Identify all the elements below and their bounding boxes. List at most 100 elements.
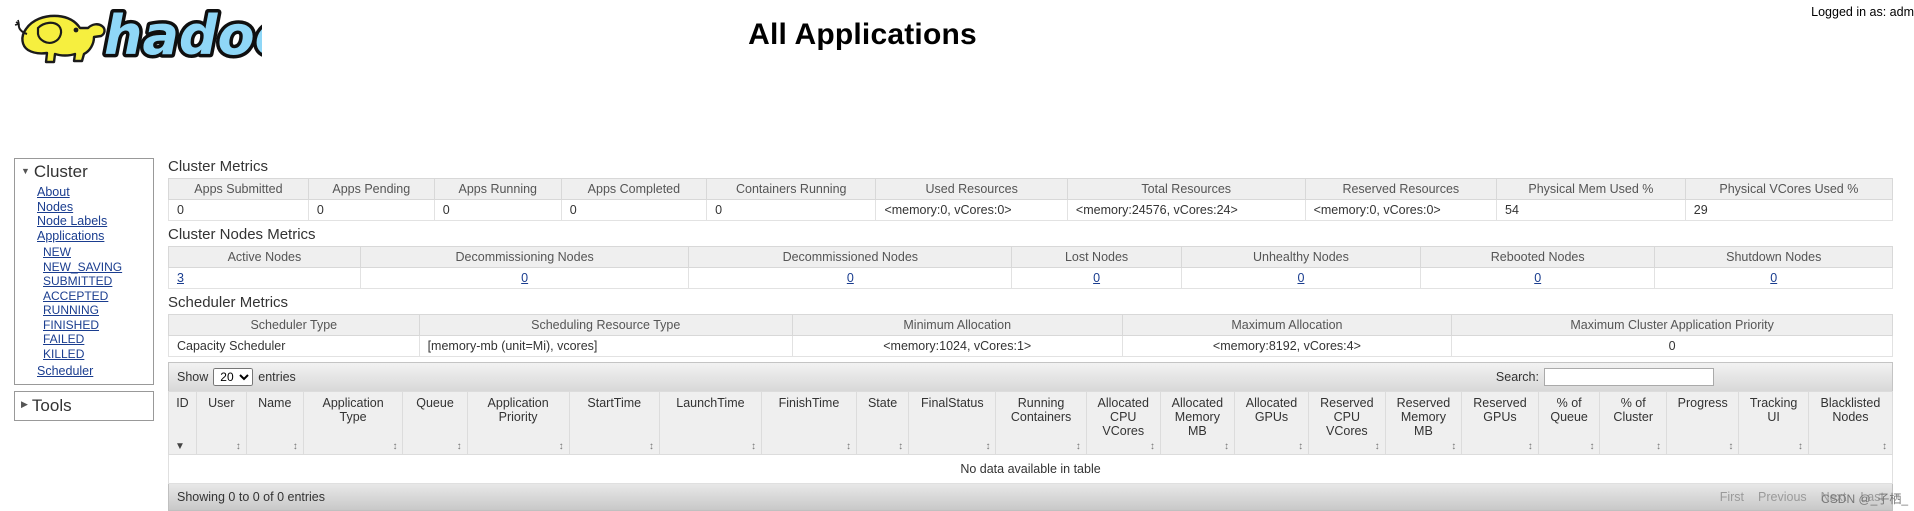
table-header-row: ID ▼ User ↕ Name ↕ Application Type ↕ Queue ↕… bbox=[168, 391, 1894, 455]
applications-table: ID ▼ User ↕ Name ↕ Application Type ↕ Queue ↕… bbox=[168, 391, 1894, 484]
sidebar-tools-section[interactable]: ▶ Tools bbox=[14, 390, 154, 421]
watermark: CSDN @_子栖_ bbox=[1821, 492, 1908, 506]
pager-previous[interactable]: Previous bbox=[1758, 490, 1807, 504]
cell-reserved-resources: <memory:0, vCores:0> bbox=[1304, 199, 1498, 221]
sidebar-item-scheduler[interactable]: Scheduler bbox=[37, 364, 93, 378]
column-header-blacklisted-nodes[interactable]: Blacklisted Nodes ↕ bbox=[1807, 391, 1894, 455]
sort-desc-icon: ▼ bbox=[175, 441, 185, 452]
sidebar-item-node-labels[interactable]: Node Labels bbox=[37, 214, 107, 228]
table-row-empty: No data available in table bbox=[168, 454, 1893, 484]
column-header-scheduler-type: Scheduler Type bbox=[168, 314, 420, 336]
column-header-shutdown-nodes: Shutdown Nodes bbox=[1654, 246, 1893, 268]
sidebar-item-failed[interactable]: FAILED bbox=[43, 332, 84, 346]
column-header-finishtime[interactable]: FinishTime ↕ bbox=[760, 391, 857, 455]
column-header-application-type[interactable]: Application Type ↕ bbox=[302, 391, 404, 455]
sidebar-item-finished[interactable]: FINISHED bbox=[43, 318, 99, 332]
column-header-tracking-ui[interactable]: Tracking UI ↕ bbox=[1738, 391, 1809, 455]
column-header-reserved-gpus[interactable]: Reserved GPUs ↕ bbox=[1461, 391, 1539, 455]
sort-both-icon: ↕ bbox=[1451, 441, 1457, 452]
sidebar-item-submitted[interactable]: SUBMITTED bbox=[43, 274, 112, 288]
column-label: Queue bbox=[416, 396, 454, 410]
sidebar-item-killed[interactable]: KILLED bbox=[43, 347, 84, 361]
sort-both-icon: ↕ bbox=[1149, 441, 1155, 452]
column-label: Progress bbox=[1677, 396, 1728, 410]
list-item: RUNNING bbox=[43, 303, 147, 318]
sidebar-tools-label: Tools bbox=[31, 395, 72, 415]
cell-physical-vcores-used: 29 bbox=[1684, 199, 1894, 221]
sidebar-item-about[interactable]: About bbox=[37, 185, 70, 199]
column-header-queue[interactable]: Queue ↕ bbox=[402, 391, 468, 455]
link-rebooted-nodes[interactable]: 0 bbox=[1534, 271, 1541, 285]
column-label: Reserved GPUs bbox=[1473, 396, 1527, 424]
link-active-nodes[interactable]: 3 bbox=[177, 271, 184, 285]
column-header-rebooted-nodes: Rebooted Nodes bbox=[1419, 246, 1656, 268]
cell-apps-submitted: 0 bbox=[168, 199, 309, 221]
column-header-reserved-resources: Reserved Resources bbox=[1304, 178, 1498, 200]
column-header-allocated-cpu-vcores[interactable]: Allocated CPU VCores ↕ bbox=[1085, 391, 1161, 455]
cell-scheduler-type: Capacity Scheduler bbox=[168, 335, 420, 357]
scheduler-metrics-title: Scheduler Metrics bbox=[168, 294, 289, 311]
column-label: Name bbox=[258, 396, 292, 410]
sort-both-icon: ↕ bbox=[292, 441, 298, 452]
sidebar-item-accepted[interactable]: ACCEPTED bbox=[43, 289, 108, 303]
page-size-select[interactable]: 20 bbox=[213, 368, 254, 386]
column-label: ID bbox=[176, 396, 189, 410]
column-header-id[interactable]: ID ▼ bbox=[168, 391, 197, 455]
column-header-pct-of-queue[interactable]: % of Queue ↕ bbox=[1537, 391, 1601, 455]
column-header-reserved-memory-mb[interactable]: Reserved Memory MB ↕ bbox=[1384, 391, 1463, 455]
search-input[interactable] bbox=[1544, 368, 1714, 386]
column-header-application-priority[interactable]: Application Priority ↕ bbox=[466, 391, 570, 455]
cell-scheduling-resource-type: [memory-mb (unit=Mi), vcores] bbox=[418, 335, 793, 357]
sidebar: ▼ Cluster About Nodes Node Labels Applica… bbox=[14, 158, 154, 421]
column-header-pct-of-cluster[interactable]: % of Cluster ↕ bbox=[1599, 391, 1667, 455]
link-decommissioning-nodes[interactable]: 0 bbox=[521, 271, 528, 285]
list-item: Nodes bbox=[37, 200, 147, 215]
column-header-apps-running: Apps Running bbox=[433, 178, 562, 200]
sidebar-item-nodes[interactable]: Nodes bbox=[37, 200, 73, 214]
sidebar-item-new-saving[interactable]: NEW_SAVING bbox=[43, 260, 122, 274]
column-header-state[interactable]: State ↕ bbox=[855, 391, 910, 455]
link-unhealthy-nodes[interactable]: 0 bbox=[1297, 271, 1304, 285]
link-shutdown-nodes[interactable]: 0 bbox=[1770, 271, 1777, 285]
column-header-starttime[interactable]: StartTime ↕ bbox=[568, 391, 660, 455]
chevron-down-icon: ▼ bbox=[21, 165, 30, 176]
column-label: FinishTime bbox=[778, 396, 840, 410]
cell-minimum-allocation: <memory:1024, vCores:1> bbox=[791, 335, 1123, 357]
sidebar-item-applications[interactable]: Applications bbox=[37, 229, 104, 243]
column-header-reserved-cpu-vcores[interactable]: Reserved CPU VCores ↕ bbox=[1308, 391, 1386, 455]
list-item: SUBMITTED bbox=[43, 274, 147, 289]
column-header-allocated-gpus[interactable]: Allocated GPUs ↕ bbox=[1233, 391, 1310, 455]
cell-apps-pending: 0 bbox=[307, 199, 435, 221]
cell-total-resources: <memory:24576, vCores:24> bbox=[1066, 199, 1306, 221]
column-header-finalstatus[interactable]: FinalStatus ↕ bbox=[908, 391, 997, 455]
sidebar-item-running[interactable]: RUNNING bbox=[43, 303, 99, 317]
table-header-row: Apps Submitted Apps Pending Apps Running… bbox=[168, 178, 1894, 200]
sort-both-icon: ↕ bbox=[1882, 441, 1887, 452]
sort-both-icon: ↕ bbox=[1589, 441, 1595, 452]
pager-first[interactable]: First bbox=[1720, 490, 1744, 504]
applications-toolbar: Show 20 entries Search: bbox=[168, 362, 1893, 391]
page-title: All Applications bbox=[748, 18, 977, 51]
column-header-running-containers[interactable]: Running Containers ↕ bbox=[995, 391, 1087, 455]
sort-both-icon: ↕ bbox=[235, 441, 241, 452]
applications-footer: Showing 0 to 0 of 0 entries First Previo… bbox=[168, 484, 1893, 511]
list-item: Node Labels bbox=[37, 214, 147, 229]
column-label: FinalStatus bbox=[921, 396, 984, 410]
table-header-row: Scheduler Type Scheduling Resource Type … bbox=[168, 314, 1893, 336]
sort-both-icon: ↕ bbox=[1527, 441, 1533, 452]
list-item: NEW_SAVING bbox=[43, 260, 147, 275]
column-header-scheduling-resource-type: Scheduling Resource Type bbox=[418, 314, 793, 336]
column-header-allocated-memory-mb[interactable]: Allocated Memory MB ↕ bbox=[1159, 391, 1235, 455]
list-item: About bbox=[37, 185, 147, 200]
column-header-user[interactable]: User ↕ bbox=[195, 391, 247, 455]
link-decommissioned-nodes[interactable]: 0 bbox=[847, 271, 854, 285]
column-header-name[interactable]: Name ↕ bbox=[245, 391, 304, 455]
column-header-progress[interactable]: Progress ↕ bbox=[1665, 391, 1740, 455]
column-header-launchtime[interactable]: LaunchTime ↕ bbox=[658, 391, 762, 455]
sidebar-item-new[interactable]: NEW bbox=[43, 245, 71, 259]
show-label: Show bbox=[177, 370, 209, 384]
link-lost-nodes[interactable]: 0 bbox=[1093, 271, 1100, 285]
sidebar-tools-toggle[interactable]: ▶ Tools bbox=[21, 396, 147, 416]
sidebar-cluster-toggle[interactable]: ▼ Cluster bbox=[21, 162, 147, 182]
list-item: FAILED bbox=[43, 332, 147, 347]
